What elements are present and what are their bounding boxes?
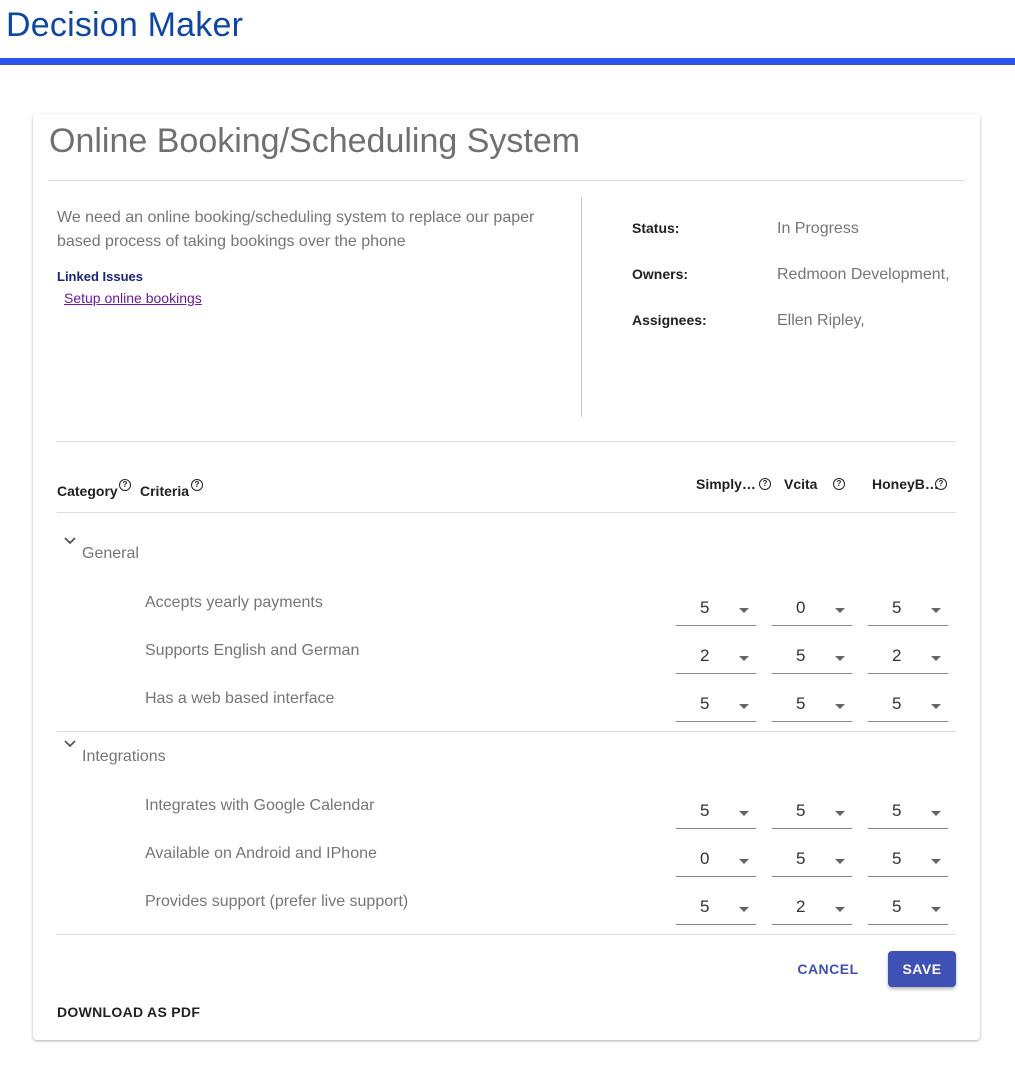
criteria-help-icon[interactable]: ?: [191, 479, 203, 491]
section-divider: [57, 441, 956, 442]
score-select[interactable]: 0: [676, 845, 756, 877]
option-1-help-icon[interactable]: ?: [759, 478, 771, 490]
vertical-divider: [581, 197, 582, 417]
decision-card: Online Booking/Scheduling System We need…: [33, 114, 980, 1040]
app-title: Decision Maker: [6, 6, 244, 44]
dropdown-arrow-icon: [931, 656, 941, 661]
linked-issue-link[interactable]: Setup online bookings: [64, 290, 202, 306]
criteria-row-label: Accepts yearly payments: [145, 594, 323, 611]
dropdown-arrow-icon: [931, 907, 941, 912]
dropdown-arrow-icon: [739, 907, 749, 912]
score-select[interactable]: 5: [868, 690, 948, 722]
dropdown-arrow-icon: [835, 704, 845, 709]
app-header-rule: [0, 58, 1015, 65]
category-integrations: Integrations: [82, 748, 166, 765]
title-divider: [48, 180, 965, 181]
dropdown-arrow-icon: [739, 656, 749, 661]
linked-issues-heading: Linked Issues: [57, 269, 143, 284]
dropdown-arrow-icon: [835, 656, 845, 661]
option-3-help-icon[interactable]: ?: [935, 478, 947, 490]
score-select[interactable]: 5: [772, 797, 852, 829]
criteria-row-label: Integrates with Google Calendar: [145, 797, 375, 814]
score-select[interactable]: 5: [676, 797, 756, 829]
dropdown-arrow-icon: [739, 608, 749, 613]
dropdown-arrow-icon: [931, 608, 941, 613]
decision-description: We need an online booking/scheduling sys…: [57, 209, 535, 250]
owners-label: Owners:: [632, 266, 689, 282]
score-select[interactable]: 5: [772, 690, 852, 722]
score-select[interactable]: 5: [868, 594, 948, 626]
dropdown-arrow-icon: [835, 608, 845, 613]
score-select[interactable]: 2: [868, 642, 948, 674]
assignees-value: Ellen Ripley,: [777, 312, 865, 329]
dropdown-arrow-icon: [835, 907, 845, 912]
criteria-row-label: Available on Android and IPhone: [145, 845, 377, 862]
chevron-down-icon[interactable]: [63, 534, 77, 548]
download-pdf-button[interactable]: DOWNLOAD AS PDF: [57, 1004, 200, 1020]
category-help-icon[interactable]: ?: [119, 479, 131, 491]
owners-value: Redmoon Development,: [777, 266, 950, 283]
status-value: In Progress: [777, 220, 859, 237]
score-select[interactable]: 5: [868, 845, 948, 877]
score-select[interactable]: 5: [676, 690, 756, 722]
score-select[interactable]: 5: [868, 893, 948, 925]
score-select[interactable]: 5: [772, 845, 852, 877]
cancel-button[interactable]: CANCEL: [792, 952, 864, 986]
option-2-help-icon[interactable]: ?: [833, 478, 845, 490]
score-select[interactable]: 5: [676, 893, 756, 925]
category-divider: [57, 731, 956, 732]
option-header-2: Vcita: [784, 476, 818, 492]
score-select[interactable]: 0: [772, 594, 852, 626]
status-label: Status:: [632, 220, 680, 236]
score-select[interactable]: 5: [676, 594, 756, 626]
save-button[interactable]: SAVE: [888, 951, 956, 987]
dropdown-arrow-icon: [931, 811, 941, 816]
chevron-down-icon[interactable]: [63, 737, 77, 751]
criteria-header: Criteria: [140, 483, 190, 499]
category-header: Category: [57, 483, 118, 499]
score-select[interactable]: 5: [772, 642, 852, 674]
dropdown-arrow-icon: [931, 859, 941, 864]
score-select[interactable]: 2: [676, 642, 756, 674]
criteria-row-label: Provides support (prefer live support): [145, 893, 409, 910]
criteria-row-label: Has a web based interface: [145, 690, 335, 707]
score-select[interactable]: 2: [772, 893, 852, 925]
dropdown-arrow-icon: [739, 811, 749, 816]
criteria-row-label: Supports English and German: [145, 642, 360, 659]
dropdown-arrow-icon: [835, 811, 845, 816]
dropdown-arrow-icon: [931, 704, 941, 709]
assignees-label: Assignees:: [632, 312, 707, 328]
option-header-1: Simply…: [696, 476, 756, 492]
header-divider: [57, 512, 956, 513]
category-general: General: [82, 545, 139, 562]
dropdown-arrow-icon: [835, 859, 845, 864]
table-bottom-divider: [57, 934, 956, 935]
decision-title: Online Booking/Scheduling System: [49, 122, 581, 160]
option-header-3: HoneyB…: [872, 476, 939, 492]
dropdown-arrow-icon: [739, 704, 749, 709]
dropdown-arrow-icon: [739, 859, 749, 864]
score-select[interactable]: 5: [868, 797, 948, 829]
